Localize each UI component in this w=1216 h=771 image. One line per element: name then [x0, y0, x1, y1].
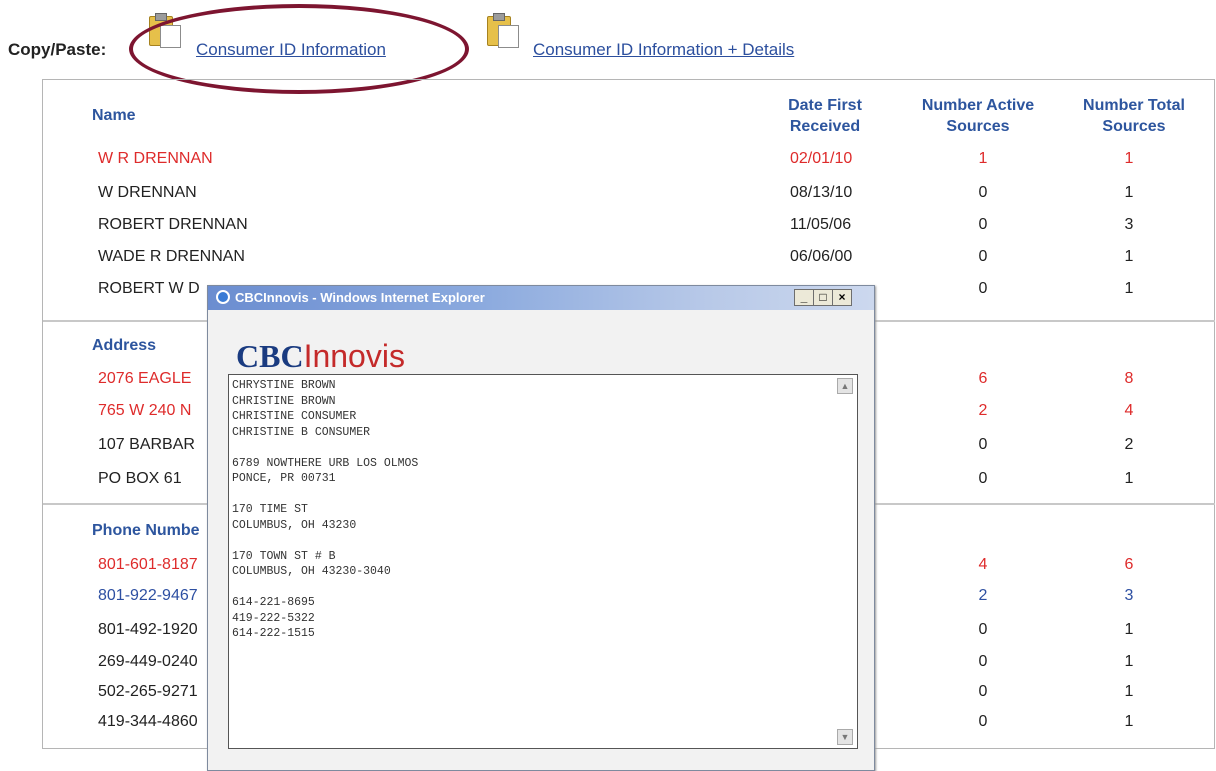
number-active-sources-header: Number Active Sources [921, 97, 1035, 135]
total-sources-cell: 3 [1124, 587, 1134, 604]
ie-popup-window[interactable]: CBCInnovis - Windows Internet Explorer _… [207, 285, 875, 771]
phone-cell: 801-492-1920 [98, 621, 198, 638]
active-sources-cell: 0 [978, 470, 988, 487]
total-sources-cell: 6 [1124, 556, 1134, 573]
total-sources-cell: 1 [1124, 653, 1134, 670]
name-cell: ROBERT DRENNAN [98, 216, 248, 233]
date-cell: 08/13/10 [790, 184, 853, 201]
logo-cbc-text: CBC [236, 338, 304, 374]
copy-paste-label: Copy/Paste: [8, 40, 107, 59]
logo-innovis-text: Innovis [303, 338, 405, 374]
phone-cell: 502-265-9271 [98, 683, 198, 700]
total-sources-cell: 1 [1124, 248, 1134, 265]
name-header: Name [92, 107, 136, 124]
scroll-up-button[interactable]: ▲ [837, 378, 853, 394]
minimize-button[interactable]: _ [794, 289, 814, 306]
active-sources-cell: 0 [978, 216, 988, 233]
ie-icon [216, 290, 230, 304]
popup-title: CBCInnovis - Windows Internet Explorer [235, 290, 485, 305]
name-cell: W R DRENNAN [98, 150, 213, 167]
address-header: Address [92, 337, 157, 354]
active-sources-cell: 0 [978, 184, 988, 201]
active-sources-cell: 0 [978, 683, 988, 700]
active-sources-cell: 0 [978, 280, 988, 297]
phone-cell: 801-922-9467 [98, 587, 198, 604]
total-sources-cell: 8 [1124, 370, 1134, 387]
total-sources-cell: 2 [1124, 436, 1134, 453]
address-cell: PO BOX 61 [98, 470, 182, 487]
consumer-id-information-details-link[interactable]: Consumer ID Information + Details [533, 40, 794, 60]
total-sources-cell: 4 [1124, 402, 1134, 419]
active-sources-cell: 0 [978, 713, 988, 730]
active-sources-cell: 1 [978, 150, 988, 167]
address-cell: 107 BARBAR [98, 436, 195, 453]
maximize-button[interactable]: □ [813, 289, 833, 306]
date-first-received-header: Date First Received [788, 97, 862, 135]
date-cell: 02/01/10 [790, 150, 853, 167]
active-sources-cell: 6 [978, 370, 988, 387]
total-sources-cell: 1 [1124, 621, 1134, 638]
total-sources-cell: 1 [1124, 683, 1134, 700]
active-sources-cell: 0 [978, 248, 988, 265]
address-cell: 765 W 240 N [98, 402, 192, 419]
name-cell: ROBERT W D [98, 280, 200, 297]
cbc-innovis-logo: CBCInnovis [236, 338, 405, 375]
total-sources-cell: 1 [1124, 150, 1134, 167]
number-total-sources-header: Number Total Sources [1083, 97, 1185, 135]
phone-number-header: Phone Numbe [92, 522, 200, 539]
total-sources-cell: 1 [1124, 713, 1134, 730]
name-cell: W DRENNAN [98, 184, 197, 201]
active-sources-cell: 0 [978, 621, 988, 638]
active-sources-cell: 2 [978, 587, 988, 604]
scroll-down-button[interactable]: ▼ [837, 729, 853, 745]
consumer-text: CHRYSTINE BROWN CHRISTINE BROWN CHRISTIN… [232, 379, 419, 640]
address-cell: 2076 EAGLE [98, 370, 192, 387]
active-sources-cell: 0 [978, 436, 988, 453]
date-cell: 11/05/06 [790, 216, 852, 233]
date-cell: 06/06/00 [790, 248, 853, 265]
total-sources-cell: 3 [1124, 216, 1134, 233]
popup-titlebar[interactable]: CBCInnovis - Windows Internet Explorer _… [208, 286, 874, 310]
clipboard-icon[interactable] [485, 13, 519, 48]
phone-cell: 269-449-0240 [98, 653, 198, 670]
phone-cell: 801-601-8187 [98, 556, 198, 573]
close-button[interactable]: × [832, 289, 852, 306]
total-sources-cell: 1 [1124, 184, 1134, 201]
active-sources-cell: 0 [978, 653, 988, 670]
active-sources-cell: 4 [978, 556, 988, 573]
total-sources-cell: 1 [1124, 280, 1134, 297]
consumer-text-area[interactable]: CHRYSTINE BROWN CHRISTINE BROWN CHRISTIN… [228, 374, 858, 749]
phone-cell: 419-344-4860 [98, 713, 198, 730]
name-cell: WADE R DRENNAN [98, 248, 245, 265]
active-sources-cell: 2 [978, 402, 988, 419]
total-sources-cell: 1 [1124, 470, 1134, 487]
